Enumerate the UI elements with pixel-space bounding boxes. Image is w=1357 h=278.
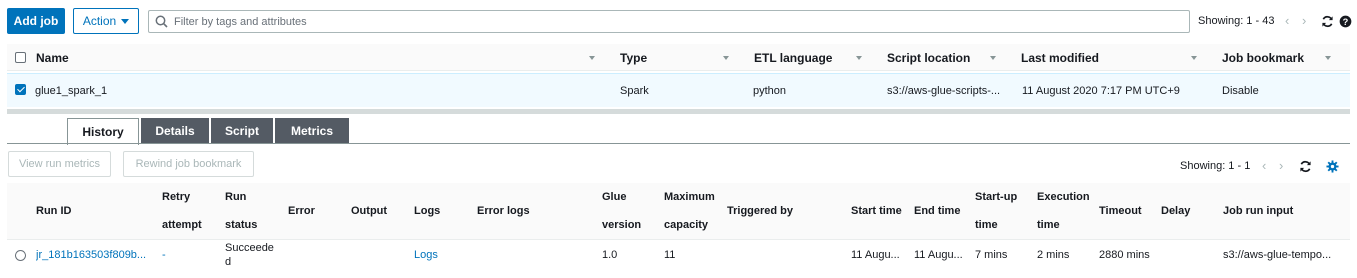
- run-id-link[interactable]: jr_181b163503f809b...: [36, 249, 156, 261]
- table-row[interactable]: jr_181b163503f809b... - Succeede d Logs …: [7, 241, 1350, 271]
- column-header-retry-2[interactable]: attempt: [162, 211, 202, 239]
- column-header-execution-time-2[interactable]: time: [1037, 211, 1060, 239]
- column-header-timeout[interactable]: Timeout: [1099, 197, 1142, 225]
- refresh-icon[interactable]: [1320, 13, 1334, 29]
- column-header-end-time[interactable]: End time: [914, 197, 960, 225]
- column-header-output[interactable]: Output: [351, 197, 387, 225]
- previous-page-icon[interactable]: ‹: [1262, 158, 1266, 173]
- sort-caret-icon[interactable]: [1191, 56, 1197, 60]
- refresh-icon[interactable]: [1298, 159, 1312, 173]
- tab-divider: [7, 143, 1350, 144]
- column-header-startup-time-2[interactable]: time: [975, 211, 998, 239]
- run-status: Succeede d: [225, 241, 274, 269]
- run-status-line-2: d: [225, 256, 232, 268]
- column-header-last-modified[interactable]: Last modified: [1021, 51, 1099, 65]
- table-row[interactable]: glue1_spark_1 Spark python s3://aws-glue…: [7, 73, 1350, 107]
- column-header-job-run-input[interactable]: Job run input: [1223, 197, 1293, 225]
- column-header-triggered-by[interactable]: Triggered by: [727, 197, 793, 225]
- runs-table-header: Run ID Retry attempt Run status Error Ou…: [7, 183, 1350, 240]
- add-job-button[interactable]: Add job: [7, 8, 65, 34]
- sort-caret-icon[interactable]: [856, 56, 862, 60]
- column-header-run-status[interactable]: Run: [225, 183, 246, 211]
- logs-link[interactable]: Logs: [414, 249, 438, 261]
- column-header-type[interactable]: Type: [620, 51, 647, 65]
- column-header-startup-time[interactable]: Start-up: [975, 183, 1017, 211]
- end-time: 11 Augu...: [914, 249, 963, 261]
- job-last-modified: 11 August 2020 7:17 PM UTC+9: [1022, 85, 1180, 97]
- execution-time: 2 mins: [1037, 249, 1070, 261]
- column-header-glue-version-2[interactable]: version: [602, 211, 641, 239]
- job-script-location: s3://aws-glue-scripts-...: [887, 85, 1001, 97]
- run-status-line-1: Succeede: [225, 242, 274, 254]
- row-radio-button[interactable]: [15, 250, 26, 261]
- column-header-script-location[interactable]: Script location: [887, 51, 970, 65]
- start-time: 11 Augu...: [851, 249, 900, 261]
- column-header-glue-version[interactable]: Glue: [602, 183, 626, 211]
- column-header-error-logs[interactable]: Error logs: [477, 197, 530, 225]
- previous-page-icon[interactable]: ‹: [1285, 13, 1289, 28]
- column-header-run-id[interactable]: Run ID: [36, 197, 71, 225]
- column-header-job-bookmark[interactable]: Job bookmark: [1222, 51, 1304, 65]
- tab-script[interactable]: Script: [211, 118, 273, 143]
- next-page-icon[interactable]: ›: [1302, 13, 1306, 28]
- job-name: glue1_spark_1: [35, 85, 108, 97]
- job-run-input: s3://aws-glue-tempo...: [1223, 249, 1332, 261]
- column-header-name[interactable]: Name: [36, 51, 69, 65]
- sort-caret-icon[interactable]: [589, 56, 595, 60]
- column-header-max-capacity-2[interactable]: capacity: [664, 211, 708, 239]
- pagination-summary: Showing: 1 - 43: [1198, 15, 1275, 27]
- jobs-table-header: Name Type ETL language Script location L…: [7, 44, 1350, 71]
- sort-caret-icon[interactable]: [1325, 56, 1331, 60]
- row-checkbox[interactable]: [15, 84, 26, 95]
- sort-caret-icon[interactable]: [990, 56, 996, 60]
- action-label: Action: [82, 14, 117, 28]
- select-all-checkbox[interactable]: [15, 52, 26, 63]
- action-dropdown-button[interactable]: Action: [73, 8, 139, 34]
- job-type: Spark: [620, 85, 649, 97]
- column-header-logs[interactable]: Logs: [414, 197, 440, 225]
- column-header-run-status-2[interactable]: status: [225, 211, 257, 239]
- tab-metrics[interactable]: Metrics: [275, 118, 349, 143]
- sort-caret-icon[interactable]: [723, 56, 729, 60]
- svg-text:?: ?: [1342, 16, 1348, 26]
- column-header-start-time[interactable]: Start time: [851, 197, 902, 225]
- tab-details[interactable]: Details: [141, 118, 209, 143]
- tab-history[interactable]: History: [67, 118, 139, 145]
- gear-icon[interactable]: [1325, 159, 1339, 173]
- chevron-down-icon: [121, 18, 130, 24]
- next-page-icon[interactable]: ›: [1279, 158, 1283, 173]
- column-header-retry[interactable]: Retry: [162, 183, 190, 211]
- column-header-error[interactable]: Error: [288, 197, 315, 225]
- split-pane-divider[interactable]: [7, 109, 1350, 114]
- help-icon[interactable]: ?: [1338, 13, 1352, 29]
- history-pagination-summary: Showing: 1 - 1: [1180, 160, 1251, 172]
- retry-attempt-link[interactable]: -: [162, 249, 166, 261]
- job-etl-language: python: [753, 85, 787, 97]
- column-header-max-capacity[interactable]: Maximum: [664, 183, 715, 211]
- timeout: 2880 mins: [1099, 249, 1150, 261]
- search-bar[interactable]: [148, 10, 1190, 33]
- column-header-etl-language[interactable]: ETL language: [754, 51, 832, 65]
- jobs-toolbar: Add job Action Showing: 1 - 43 ‹ › ?: [0, 0, 1357, 44]
- column-header-execution-time[interactable]: Execution: [1037, 183, 1090, 211]
- max-capacity: 11: [664, 249, 676, 261]
- search-input[interactable]: [174, 15, 1164, 28]
- column-header-delay[interactable]: Delay: [1161, 197, 1190, 225]
- job-bookmark: Disable: [1222, 85, 1259, 97]
- startup-time: 7 mins: [975, 249, 1008, 261]
- search-icon: [155, 15, 168, 28]
- rewind-job-bookmark-button[interactable]: Rewind job bookmark: [123, 151, 254, 177]
- glue-version: 1.0: [602, 249, 618, 261]
- view-run-metrics-button[interactable]: View run metrics: [8, 151, 111, 177]
